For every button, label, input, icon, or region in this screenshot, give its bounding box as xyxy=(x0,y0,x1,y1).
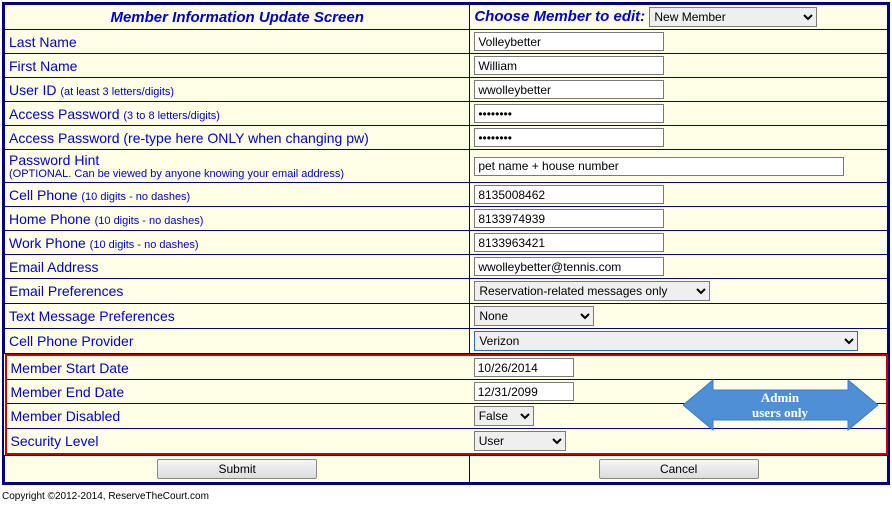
provider-select[interactable]: Verizon xyxy=(474,331,858,351)
label-last-name: Last Name xyxy=(5,30,470,54)
copyright-text: Copyright ©2012-2014, ReserveTheCourt.co… xyxy=(0,487,892,506)
end-date-input[interactable] xyxy=(474,382,574,401)
label-disabled: Member Disabled xyxy=(7,404,470,429)
text-pref-select[interactable]: None xyxy=(474,306,594,326)
first-name-input[interactable] xyxy=(474,56,664,75)
submit-button[interactable]: Submit xyxy=(157,459,317,479)
label-first-name: First Name xyxy=(5,54,470,78)
password2-input[interactable] xyxy=(474,128,664,147)
label-pw-hint: Password Hint (OPTIONAL. Can be viewed b… xyxy=(5,150,470,183)
submit-cell: Submit xyxy=(5,456,470,483)
cancel-cell: Cancel xyxy=(470,456,888,483)
pw-hint-input[interactable] xyxy=(474,157,844,176)
sec-level-select[interactable]: User xyxy=(474,431,566,451)
work-phone-input[interactable] xyxy=(474,233,664,252)
label-work-phone: Work Phone (10 digits - no dashes) xyxy=(5,231,470,255)
label-text-pref: Text Message Preferences xyxy=(5,304,470,329)
email-input[interactable] xyxy=(474,257,664,276)
label-password: Access Password (3 to 8 letters/digits) xyxy=(5,102,470,126)
label-password2: Access Password (re-type here ONLY when … xyxy=(5,126,470,150)
disabled-select[interactable]: False xyxy=(474,406,534,426)
cell-phone-input[interactable] xyxy=(474,185,664,204)
password-input[interactable] xyxy=(474,104,664,123)
start-date-input[interactable] xyxy=(474,358,574,377)
label-email-pref: Email Preferences xyxy=(5,279,470,304)
label-user-id: User ID (at least 3 letters/digits) xyxy=(5,78,470,102)
form-table: Member Information Update Screen Choose … xyxy=(4,4,888,483)
home-phone-input[interactable] xyxy=(474,209,664,228)
member-info-form: Member Information Update Screen Choose … xyxy=(2,2,890,485)
label-sec-level: Security Level xyxy=(7,429,470,454)
admin-section-wrapper: Member Start Date Member End Date Member… xyxy=(5,354,888,456)
cancel-button[interactable]: Cancel xyxy=(599,459,759,479)
label-home-phone: Home Phone (10 digits - no dashes) xyxy=(5,207,470,231)
label-email: Email Address xyxy=(5,255,470,279)
user-id-input[interactable] xyxy=(474,80,664,99)
admin-only-box: Member Start Date Member End Date Member… xyxy=(5,354,888,455)
choose-member-cell: Choose Member to edit: New Member xyxy=(470,5,888,30)
label-cell-phone: Cell Phone (10 digits - no dashes) xyxy=(5,183,470,207)
choose-member-select[interactable]: New Member xyxy=(649,7,817,27)
label-start-date: Member Start Date xyxy=(7,356,470,380)
page-title: Member Information Update Screen xyxy=(5,5,470,30)
label-provider: Cell Phone Provider xyxy=(5,329,470,354)
email-pref-select[interactable]: Reservation-related messages only xyxy=(474,281,710,301)
label-end-date: Member End Date xyxy=(7,380,470,404)
last-name-input[interactable] xyxy=(474,32,664,51)
choose-member-label: Choose Member to edit: xyxy=(474,8,645,25)
